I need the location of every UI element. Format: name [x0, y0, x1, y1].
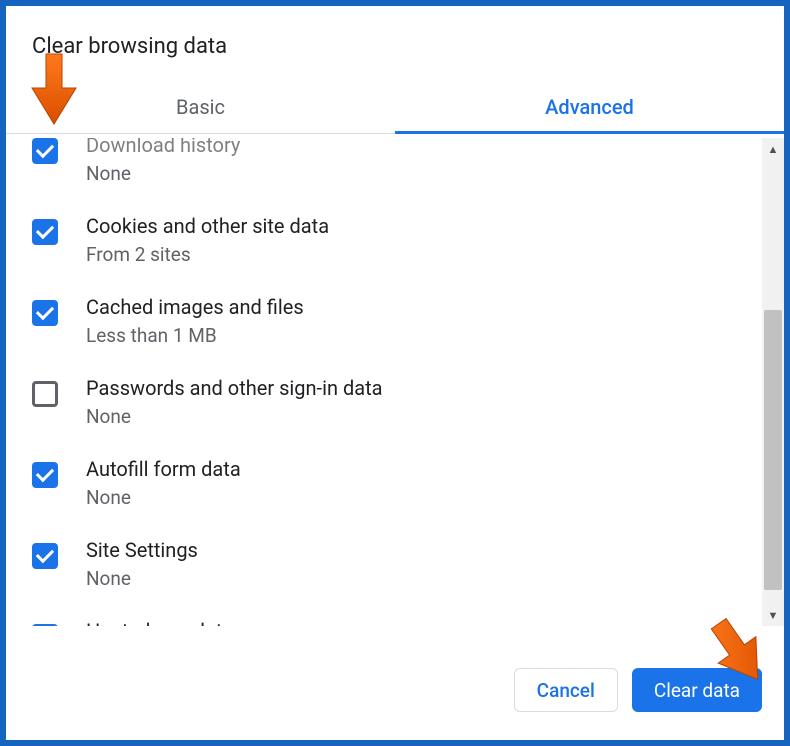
- checkbox-passwords[interactable]: [32, 381, 58, 407]
- clear-browsing-data-dialog: Clear browsing data Basic Advanced Downl…: [6, 6, 784, 740]
- list-item: Autofill form data None: [32, 456, 762, 509]
- item-desc: From 2 sites: [86, 243, 329, 266]
- item-label: Site Settings: [86, 537, 198, 563]
- item-label: Autofill form data: [86, 456, 241, 482]
- dialog-title: Clear browsing data: [6, 34, 784, 59]
- item-desc: None: [86, 405, 383, 428]
- item-label: Hosted app data: [86, 618, 238, 626]
- list-item: Download history None: [32, 138, 762, 185]
- tabs: Basic Advanced: [6, 85, 784, 134]
- dialog-footer: Cancel Clear data: [6, 640, 784, 740]
- scroll-up-icon[interactable]: ▲: [762, 138, 784, 160]
- scroll-track[interactable]: [762, 160, 784, 604]
- item-desc: None: [86, 567, 198, 590]
- checkbox-site-settings[interactable]: [32, 543, 58, 569]
- scroll-down-icon[interactable]: ▼: [762, 604, 784, 626]
- checkbox-hosted-app-data[interactable]: [32, 624, 58, 626]
- list-item: Cached images and files Less than 1 MB: [32, 294, 762, 347]
- cancel-button[interactable]: Cancel: [514, 668, 618, 712]
- item-desc: None: [86, 486, 241, 509]
- checkbox-autofill[interactable]: [32, 462, 58, 488]
- item-label: Download history: [86, 138, 240, 158]
- scroll-thumb[interactable]: [764, 310, 782, 590]
- item-desc: None: [86, 162, 240, 185]
- checkbox-cookies[interactable]: [32, 219, 58, 245]
- list-item: Passwords and other sign-in data None: [32, 375, 762, 428]
- scrollbar[interactable]: ▲ ▼: [762, 138, 784, 626]
- item-label: Cached images and files: [86, 294, 304, 320]
- checkbox-cached-images[interactable]: [32, 300, 58, 326]
- tab-basic[interactable]: Basic: [6, 85, 395, 134]
- list-item: Cookies and other site data From 2 sites: [32, 213, 762, 266]
- checkbox-download-history[interactable]: [32, 138, 58, 164]
- item-label: Cookies and other site data: [86, 213, 329, 239]
- list-item: Hosted app data 1 app (Web Store): [32, 618, 762, 626]
- tab-advanced[interactable]: Advanced: [395, 85, 784, 134]
- clear-data-button[interactable]: Clear data: [632, 668, 762, 712]
- list-item: Site Settings None: [32, 537, 762, 590]
- options-list: Download history None Cookies and other …: [6, 138, 762, 626]
- item-label: Passwords and other sign-in data: [86, 375, 383, 401]
- item-desc: Less than 1 MB: [86, 324, 304, 347]
